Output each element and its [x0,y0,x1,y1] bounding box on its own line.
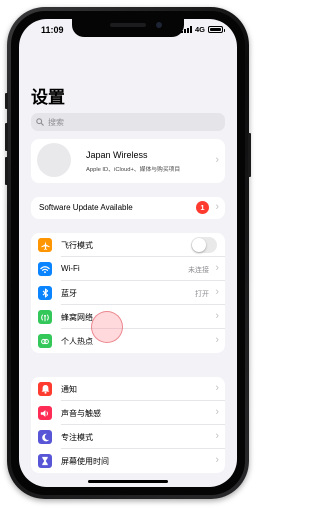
bluetooth-row[interactable]: 蓝牙 打开 › [31,281,225,305]
chevron-right-icon: › [215,334,219,346]
touch-indicator [91,311,123,343]
airplane-mode-toggle[interactable] [191,237,217,253]
general-group: 通知 › 声音与触感 › 专注模式 › 屏幕使用时间 › [31,377,225,473]
sounds-row[interactable]: 声音与触感 › [31,401,225,425]
hotspot-row[interactable]: 个人热点 › [31,329,225,353]
chevron-right-icon: › [215,430,219,442]
sounds-label: 声音与触感 [61,409,101,418]
screen-time-label: 屏幕使用时间 [61,457,109,466]
speaker-grille [110,23,146,27]
front-camera [156,22,162,28]
chevron-right-icon: › [215,454,219,466]
hotspot-label: 个人热点 [61,337,93,346]
connectivity-group: 飞行模式 Wi-Fi 未连接 › 蓝牙 打开 › 蜂窝网络 › 个人热点 › [31,233,225,353]
bluetooth-label: 蓝牙 [61,289,77,298]
chevron-right-icon: › [215,310,219,322]
status-indicators: 4G [180,25,225,34]
search-input[interactable]: 搜索 [31,113,225,131]
bluetooth-icon [38,286,52,300]
page-title: 设置 [31,88,65,107]
chevron-right-icon: › [215,382,219,394]
cellular-row[interactable]: 蜂窝网络 › [31,305,225,329]
phone-bezel: 11:09 4G 设置 搜索 Japan Wireless Apple ID、i… [11,11,245,495]
software-update-label: Software Update Available [39,203,133,212]
volume-down-button [5,157,8,185]
chevron-right-icon: › [215,406,219,418]
airplane-icon [38,238,52,252]
bluetooth-status: 打开 [195,291,209,298]
hourglass-icon [38,454,52,468]
chevron-right-icon: › [215,262,219,274]
settings-screen: 11:09 4G 设置 搜索 Japan Wireless Apple ID、i… [19,19,237,487]
home-indicator[interactable] [88,480,168,483]
mute-switch [5,93,8,109]
search-placeholder: 搜索 [48,117,64,127]
speaker-icon [38,406,52,420]
wifi-icon [38,262,52,276]
wifi-status: 未连接 [188,267,209,274]
notch [72,19,184,37]
screen-time-row[interactable]: 屏幕使用时间 › [31,449,225,473]
profile-name: Japan Wireless [86,150,148,160]
cellular-label: 蜂窝网络 [61,313,93,322]
avatar [37,143,71,177]
apple-id-row[interactable]: Japan Wireless Apple ID、iCloud+、媒体与购买项目 … [31,139,225,183]
moon-icon [38,430,52,444]
status-time: 11:09 [41,25,64,35]
notifications-row[interactable]: 通知 › [31,377,225,401]
chevron-right-icon: › [215,154,219,166]
focus-label: 专注模式 [61,433,93,442]
software-update-row[interactable]: Software Update Available 1 › [31,197,225,219]
wifi-label: Wi-Fi [61,264,80,273]
notification-badge: 1 [196,201,209,214]
phone-frame: 11:09 4G 设置 搜索 Japan Wireless Apple ID、i… [5,7,251,499]
toggle-knob [192,238,206,252]
notifications-label: 通知 [61,385,77,394]
bell-icon [38,382,52,396]
side-button [248,133,251,177]
volume-up-button [5,123,8,151]
focus-row[interactable]: 专注模式 › [31,425,225,449]
battery-icon [208,26,225,33]
airplane-mode-row[interactable]: 飞行模式 [31,233,225,257]
network-type: 4G [194,25,205,34]
chevron-right-icon: › [215,201,219,213]
cellular-icon [38,310,52,324]
battery-fill [210,28,221,31]
profile-subtitle: Apple ID、iCloud+、媒体与购买项目 [86,167,181,173]
airplane-mode-label: 飞行模式 [61,241,93,250]
chevron-right-icon: › [215,286,219,298]
search-icon [36,118,44,126]
hotspot-icon [38,334,52,348]
wifi-row[interactable]: Wi-Fi 未连接 › [31,257,225,281]
